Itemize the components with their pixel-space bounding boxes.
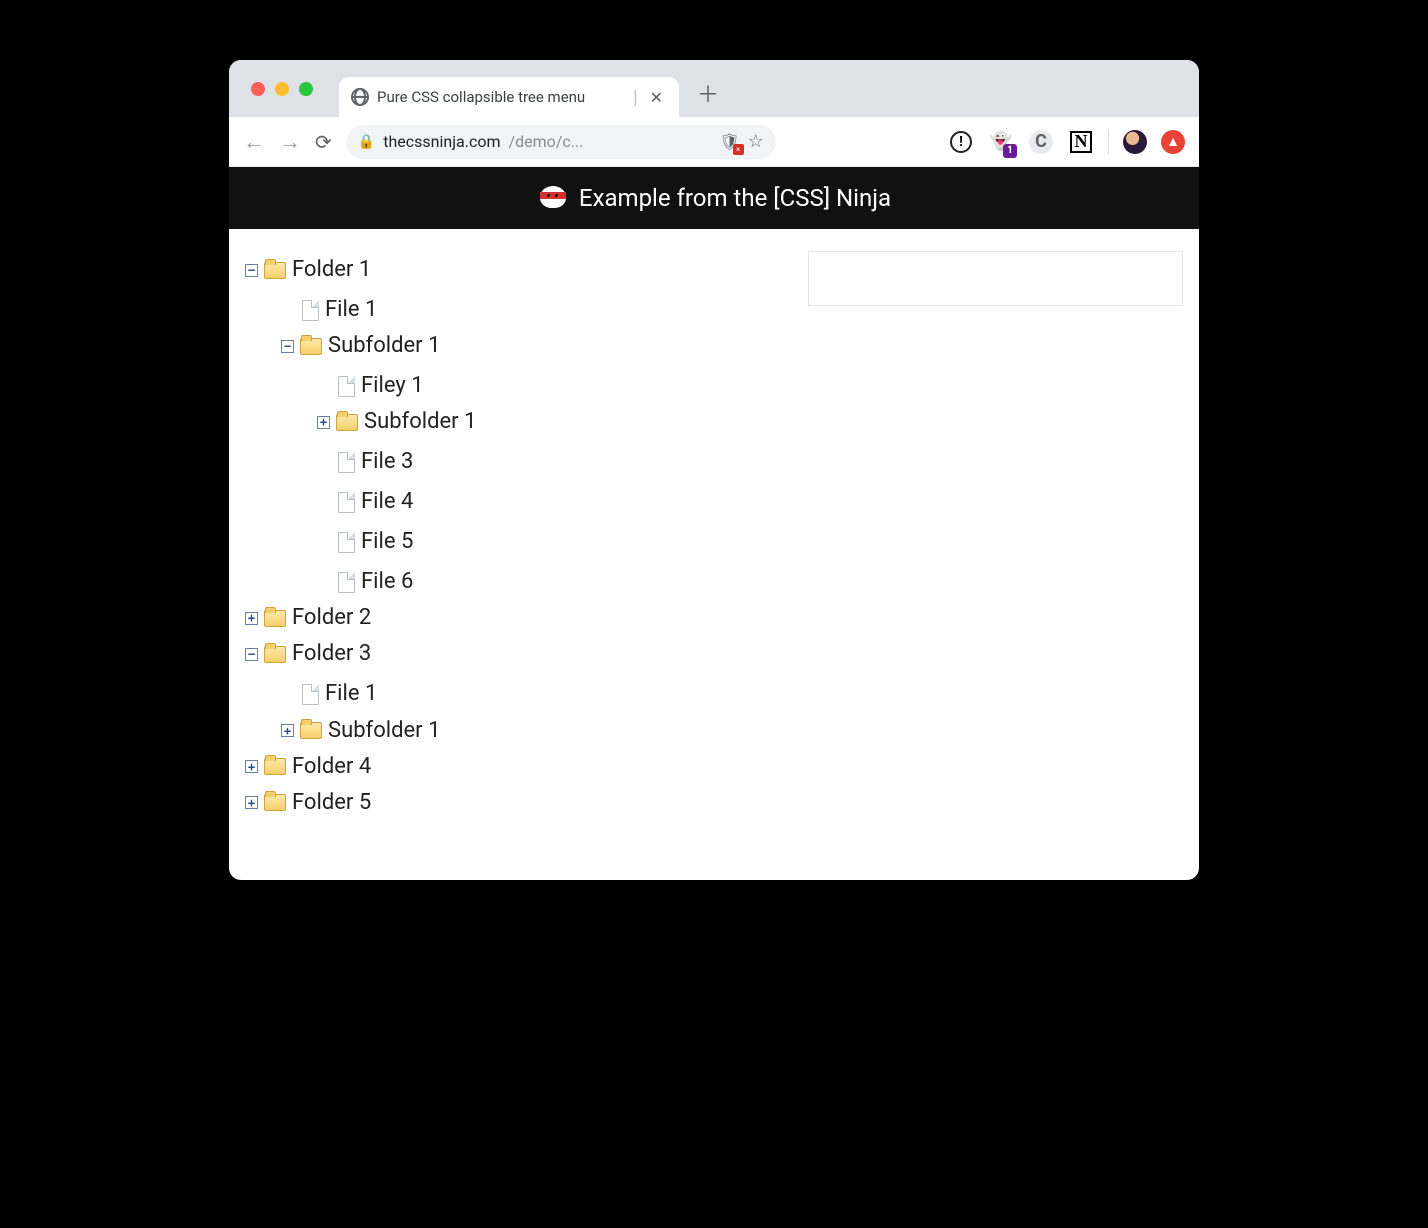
file-icon [338,492,355,513]
tree-folder: Folder 4 [245,748,788,784]
tab-title: Pure CSS collapsible tree menu [377,88,625,106]
maximize-window-button[interactable] [299,82,313,96]
tree-menu: Folder 1 File 1 [245,251,788,820]
file-icon [338,572,355,593]
folder-icon [300,722,322,739]
folder-label[interactable]: Folder 4 [292,750,371,784]
url-path: /demo/c... [508,132,583,151]
page-header: Example from the [CSS] Ninja [229,167,1199,229]
folder-icon [264,794,286,811]
file-label[interactable]: File 1 [325,677,377,711]
toolbar-divider [1108,130,1109,154]
file-label[interactable]: File 6 [361,565,413,599]
tree-folder: Subfolder 1 [317,403,788,439]
file-icon [302,684,319,705]
folder-label[interactable]: Folder 1 [292,253,371,287]
file-label[interactable]: File 1 [325,293,377,327]
tab-strip: Pure CSS collapsible tree menu | ✕ ＋ [229,60,1199,117]
browser-tab[interactable]: Pure CSS collapsible tree menu | ✕ [339,77,679,117]
folder-label[interactable]: Subfolder 1 [364,405,476,439]
file-icon [302,300,319,321]
page-content: Folder 1 File 1 [229,229,1199,880]
lock-icon: 🔒 [358,134,375,150]
collapse-icon[interactable] [281,340,294,353]
folder-label[interactable]: Folder 3 [292,637,371,671]
folder-icon [264,610,286,627]
toolbar: ← → ⟳ 🔒 thecssninja.com/demo/c... 🛡× ☆ !… [229,117,1199,167]
close-tab-button[interactable]: ✕ [646,88,667,107]
tree-folder: Subfolder 1 Filey 1 [281,327,788,599]
collapse-icon[interactable] [245,264,258,277]
back-button[interactable]: ← [243,129,265,155]
close-window-button[interactable] [251,82,265,96]
expand-icon[interactable] [245,796,258,809]
ninja-icon [537,182,569,214]
extensions-row: ! 👻1 C N ▲ [798,129,1185,155]
page-header-text: Example from the [CSS] Ninja [579,184,891,212]
ghostery-extension-icon[interactable]: 👻1 [988,129,1014,155]
forward-button[interactable]: → [279,129,301,155]
update-button[interactable]: ▲ [1161,130,1185,154]
minimize-window-button[interactable] [275,82,289,96]
tree-folder: Folder 5 [245,784,788,820]
expand-icon[interactable] [245,760,258,773]
tree-folder: Subfolder 1 [281,712,788,748]
folder-icon [264,646,286,663]
tree-file: File 4 [317,479,788,519]
folder-label[interactable]: Folder 5 [292,786,371,820]
c-extension-icon[interactable]: C [1028,129,1054,155]
folder-icon [336,414,358,431]
file-label[interactable]: File 4 [361,485,413,519]
folder-label[interactable]: Subfolder 1 [328,329,440,363]
tree-file: File 3 [317,439,788,479]
folder-icon [300,338,322,355]
tree-file: File 1 [281,287,788,327]
tree-folder: Folder 2 [245,599,788,635]
browser-window: Pure CSS collapsible tree menu | ✕ ＋ ← →… [229,60,1199,880]
collapse-icon[interactable] [245,648,258,661]
expand-icon[interactable] [245,612,258,625]
folder-label[interactable]: Folder 2 [292,601,371,635]
file-icon [338,376,355,397]
file-label[interactable]: File 5 [361,525,413,559]
file-label[interactable]: File 3 [361,445,413,479]
tree-file: File 5 [317,519,788,559]
tree-file: File 6 [317,559,788,599]
address-bar[interactable]: 🔒 thecssninja.com/demo/c... 🛡× ☆ [346,125,776,159]
sidebar-box [808,251,1183,306]
file-label[interactable]: Filey 1 [361,369,424,403]
info-extension-icon[interactable]: ! [948,129,974,155]
tree-file: File 1 [281,672,788,712]
tree-folder: Folder 3 File 1 [245,635,788,747]
tree-folder: Folder 1 File 1 [245,251,788,599]
globe-icon [351,88,369,106]
expand-icon[interactable] [281,724,294,737]
folder-icon [264,262,286,279]
window-controls [251,82,313,96]
new-tab-button[interactable]: ＋ [697,85,719,107]
folder-label[interactable]: Subfolder 1 [328,714,440,748]
url-host: thecssninja.com [383,132,500,151]
folder-icon [264,758,286,775]
file-icon [338,532,355,553]
reload-button[interactable]: ⟳ [315,130,332,154]
expand-icon[interactable] [317,416,330,429]
bookmark-star-icon[interactable]: ☆ [748,131,764,152]
file-icon [338,452,355,473]
tree-file: Filey 1 [317,363,788,403]
profile-avatar[interactable] [1123,130,1147,154]
site-shield-icon[interactable]: 🛡× [719,132,739,151]
notion-extension-icon[interactable]: N [1068,129,1094,155]
